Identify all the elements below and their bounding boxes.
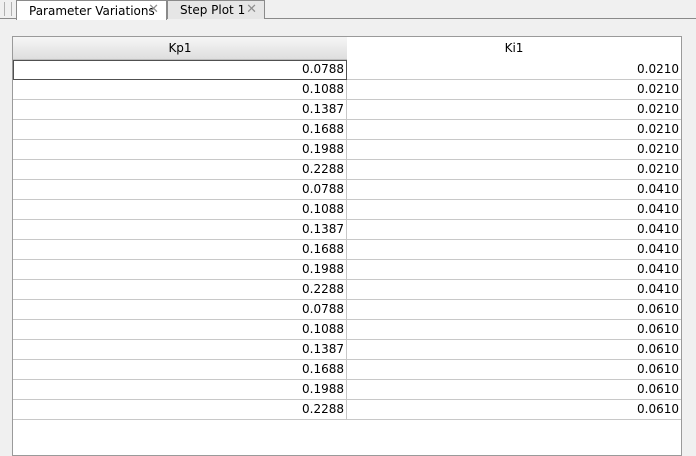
tab-label: Step Plot 1 <box>180 3 246 17</box>
cell-kp1[interactable]: 0.0788 <box>13 300 347 320</box>
cell-ki1[interactable]: 0.0210 <box>347 140 681 160</box>
cell-ki1[interactable]: 0.0610 <box>347 320 681 340</box>
table-row[interactable]: 0.0788 0.0210 <box>13 60 681 80</box>
table-row[interactable]: 0.0788 0.0610 <box>13 300 681 320</box>
cell-kp1[interactable]: 0.1988 <box>13 380 347 400</box>
table-row[interactable]: 0.1988 0.0610 <box>13 380 681 400</box>
cell-ki1[interactable]: 0.0610 <box>347 400 681 420</box>
cell-ki1[interactable]: 0.0610 <box>347 380 681 400</box>
cell-ki1[interactable]: 0.0610 <box>347 340 681 360</box>
cell-kp1[interactable]: 0.0788 <box>13 60 347 80</box>
table-row[interactable]: 0.1688 0.0610 <box>13 360 681 380</box>
parameter-table: Kp1 Ki1 0.0788 0.0210 0.1088 0.0210 0.1387 0.… <box>12 36 682 456</box>
column-header-kp1[interactable]: Kp1 <box>13 37 347 60</box>
cell-ki1[interactable]: 0.0210 <box>347 120 681 140</box>
cell-kp1[interactable]: 0.1088 <box>13 320 347 340</box>
cell-ki1[interactable]: 0.0210 <box>347 60 681 80</box>
cell-kp1[interactable]: 0.1088 <box>13 80 347 100</box>
cell-kp1[interactable]: 0.2288 <box>13 160 347 180</box>
cell-ki1[interactable]: 0.0210 <box>347 160 681 180</box>
table-row[interactable]: 0.1387 0.0410 <box>13 220 681 240</box>
cell-kp1[interactable]: 0.1688 <box>13 120 347 140</box>
table-row[interactable]: 0.1088 0.0210 <box>13 80 681 100</box>
cell-kp1[interactable]: 0.1387 <box>13 100 347 120</box>
table-row[interactable]: 0.1688 0.0210 <box>13 120 681 140</box>
table-row[interactable]: 0.1387 0.0210 <box>13 100 681 120</box>
drag-grip-icon[interactable] <box>4 2 12 16</box>
table-row[interactable]: 0.2288 0.0410 <box>13 280 681 300</box>
cell-ki1[interactable]: 0.0210 <box>347 100 681 120</box>
cell-ki1[interactable]: 0.0410 <box>347 180 681 200</box>
cell-kp1[interactable]: 0.1088 <box>13 200 347 220</box>
tab-bar: Parameter Variations ✕ Step Plot 1 ✕ <box>0 0 696 20</box>
cell-kp1[interactable]: 0.2288 <box>13 400 347 420</box>
close-icon[interactable]: ✕ <box>246 2 257 17</box>
cell-kp1[interactable]: 0.0788 <box>13 180 347 200</box>
table-header: Kp1 Ki1 <box>13 37 681 60</box>
cell-kp1[interactable]: 0.1988 <box>13 140 347 160</box>
cell-kp1[interactable]: 0.1688 <box>13 360 347 380</box>
table-row[interactable]: 0.1988 0.0410 <box>13 260 681 280</box>
cell-kp1[interactable]: 0.2288 <box>13 280 347 300</box>
table-row[interactable]: 0.1088 0.0410 <box>13 200 681 220</box>
cell-ki1[interactable]: 0.0210 <box>347 80 681 100</box>
cell-ki1[interactable]: 0.0610 <box>347 300 681 320</box>
column-header-ki1[interactable]: Ki1 <box>347 37 681 60</box>
tab-parameter-variations[interactable]: Parameter Variations ✕ <box>16 0 167 20</box>
cell-kp1[interactable]: 0.1988 <box>13 260 347 280</box>
tab-step-plot-1[interactable]: Step Plot 1 ✕ <box>167 0 265 19</box>
table-row[interactable]: 0.1988 0.0210 <box>13 140 681 160</box>
cell-ki1[interactable]: 0.0410 <box>347 260 681 280</box>
table-row[interactable]: 0.1688 0.0410 <box>13 240 681 260</box>
table-row[interactable]: 0.1088 0.0610 <box>13 320 681 340</box>
cell-ki1[interactable]: 0.0410 <box>347 200 681 220</box>
table-row[interactable]: 0.2288 0.0210 <box>13 160 681 180</box>
cell-ki1[interactable]: 0.0410 <box>347 240 681 260</box>
table-body: 0.0788 0.0210 0.1088 0.0210 0.1387 0.0210 0.16… <box>13 60 681 420</box>
tab-label: Parameter Variations <box>29 3 155 18</box>
table-row[interactable]: 0.1387 0.0610 <box>13 340 681 360</box>
cell-ki1[interactable]: 0.0410 <box>347 280 681 300</box>
table-row[interactable]: 0.0788 0.0410 <box>13 180 681 200</box>
cell-kp1[interactable]: 0.1688 <box>13 240 347 260</box>
cell-kp1[interactable]: 0.1387 <box>13 340 347 360</box>
cell-ki1[interactable]: 0.0610 <box>347 360 681 380</box>
close-icon[interactable]: ✕ <box>148 2 159 17</box>
cell-ki1[interactable]: 0.0410 <box>347 220 681 240</box>
cell-kp1[interactable]: 0.1387 <box>13 220 347 240</box>
table-row[interactable]: 0.2288 0.0610 <box>13 400 681 420</box>
